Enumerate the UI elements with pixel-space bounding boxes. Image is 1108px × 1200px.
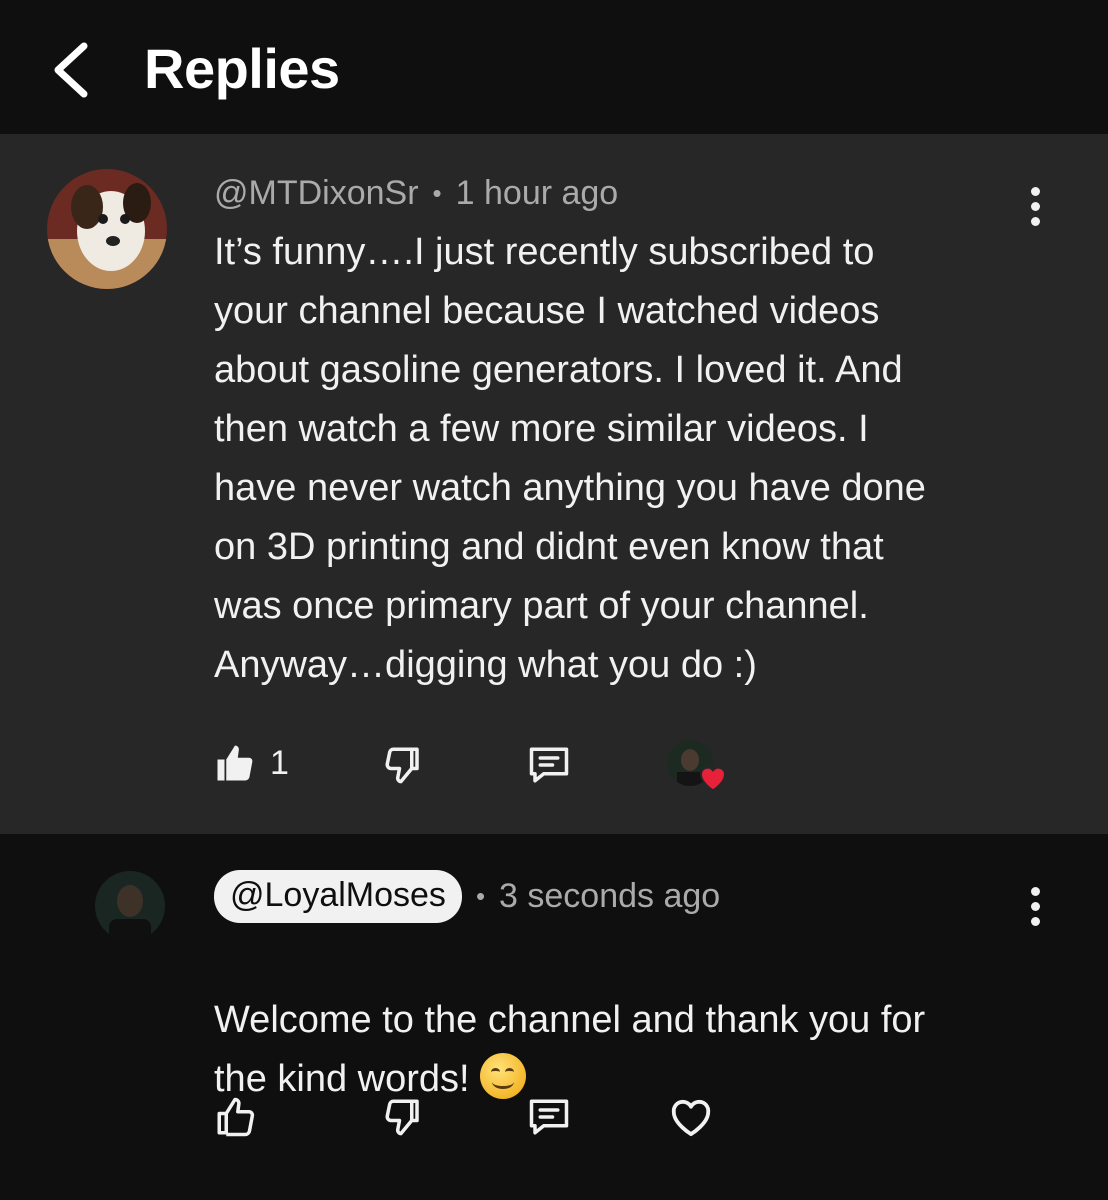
- like-button[interactable]: 1: [214, 742, 289, 784]
- dog-avatar-image: [47, 169, 167, 289]
- comment-meta: @MTDixonSr • 1 hour ago: [214, 174, 618, 213]
- reply-meta: @LoyalMoses • 3 seconds ago: [214, 870, 720, 923]
- reply-time: 3 seconds ago: [499, 877, 721, 915]
- comment-icon: [529, 747, 569, 783]
- separator-dot: •: [432, 178, 442, 208]
- avatar[interactable]: [95, 871, 165, 941]
- thumbs-down-icon: [385, 1099, 419, 1136]
- back-button[interactable]: [40, 38, 100, 102]
- comment-text: It’s funny….I just recently subscribed t…: [214, 231, 926, 686]
- avatar[interactable]: [47, 169, 167, 289]
- dot-icon: [1030, 201, 1040, 211]
- creator-heart-badge[interactable]: [667, 740, 733, 800]
- parent-comment: @MTDixonSr • 1 hour ago It’s funny….I ju…: [0, 134, 1108, 834]
- reply-text-block: Welcome to the channel and thank you for…: [214, 932, 1074, 1109]
- more-options-button[interactable]: [1015, 876, 1055, 936]
- separator-dot: •: [475, 881, 486, 911]
- chevron-left-icon: [54, 42, 88, 98]
- dislike-button[interactable]: [382, 1096, 424, 1138]
- thumbs-up-icon: [217, 1097, 255, 1137]
- dot-icon: [1030, 186, 1040, 196]
- reply-button[interactable]: [526, 1096, 572, 1138]
- header-bar: Replies: [0, 0, 1108, 134]
- like-count: 1: [270, 743, 289, 782]
- thumbs-up-filled-icon: [217, 745, 253, 781]
- dot-icon: [1030, 916, 1040, 926]
- person-avatar-image: [95, 871, 165, 941]
- smiling-face-emoji: [480, 1053, 527, 1099]
- reply-text: Welcome to the channel and thank you for…: [214, 999, 926, 1100]
- thumbs-down-icon: [385, 747, 419, 784]
- comment-time: 1 hour ago: [455, 174, 619, 212]
- comment-author[interactable]: @MTDixonSr: [214, 174, 419, 213]
- creator-handle-badge[interactable]: @LoyalMoses: [214, 870, 462, 923]
- heart-icon: [699, 766, 727, 792]
- page-title: Replies: [144, 37, 340, 100]
- like-button[interactable]: [214, 1096, 256, 1138]
- heart-button[interactable]: [668, 1096, 714, 1138]
- comment-icon: [529, 1099, 569, 1135]
- reply-button[interactable]: [526, 744, 572, 786]
- dot-icon: [1030, 901, 1040, 911]
- dot-icon: [1030, 886, 1040, 896]
- heart-outline-icon: [671, 1099, 711, 1137]
- dislike-button[interactable]: [382, 744, 424, 786]
- reply-comment: @LoyalMoses • 3 seconds ago Welcome to t…: [0, 834, 1108, 1200]
